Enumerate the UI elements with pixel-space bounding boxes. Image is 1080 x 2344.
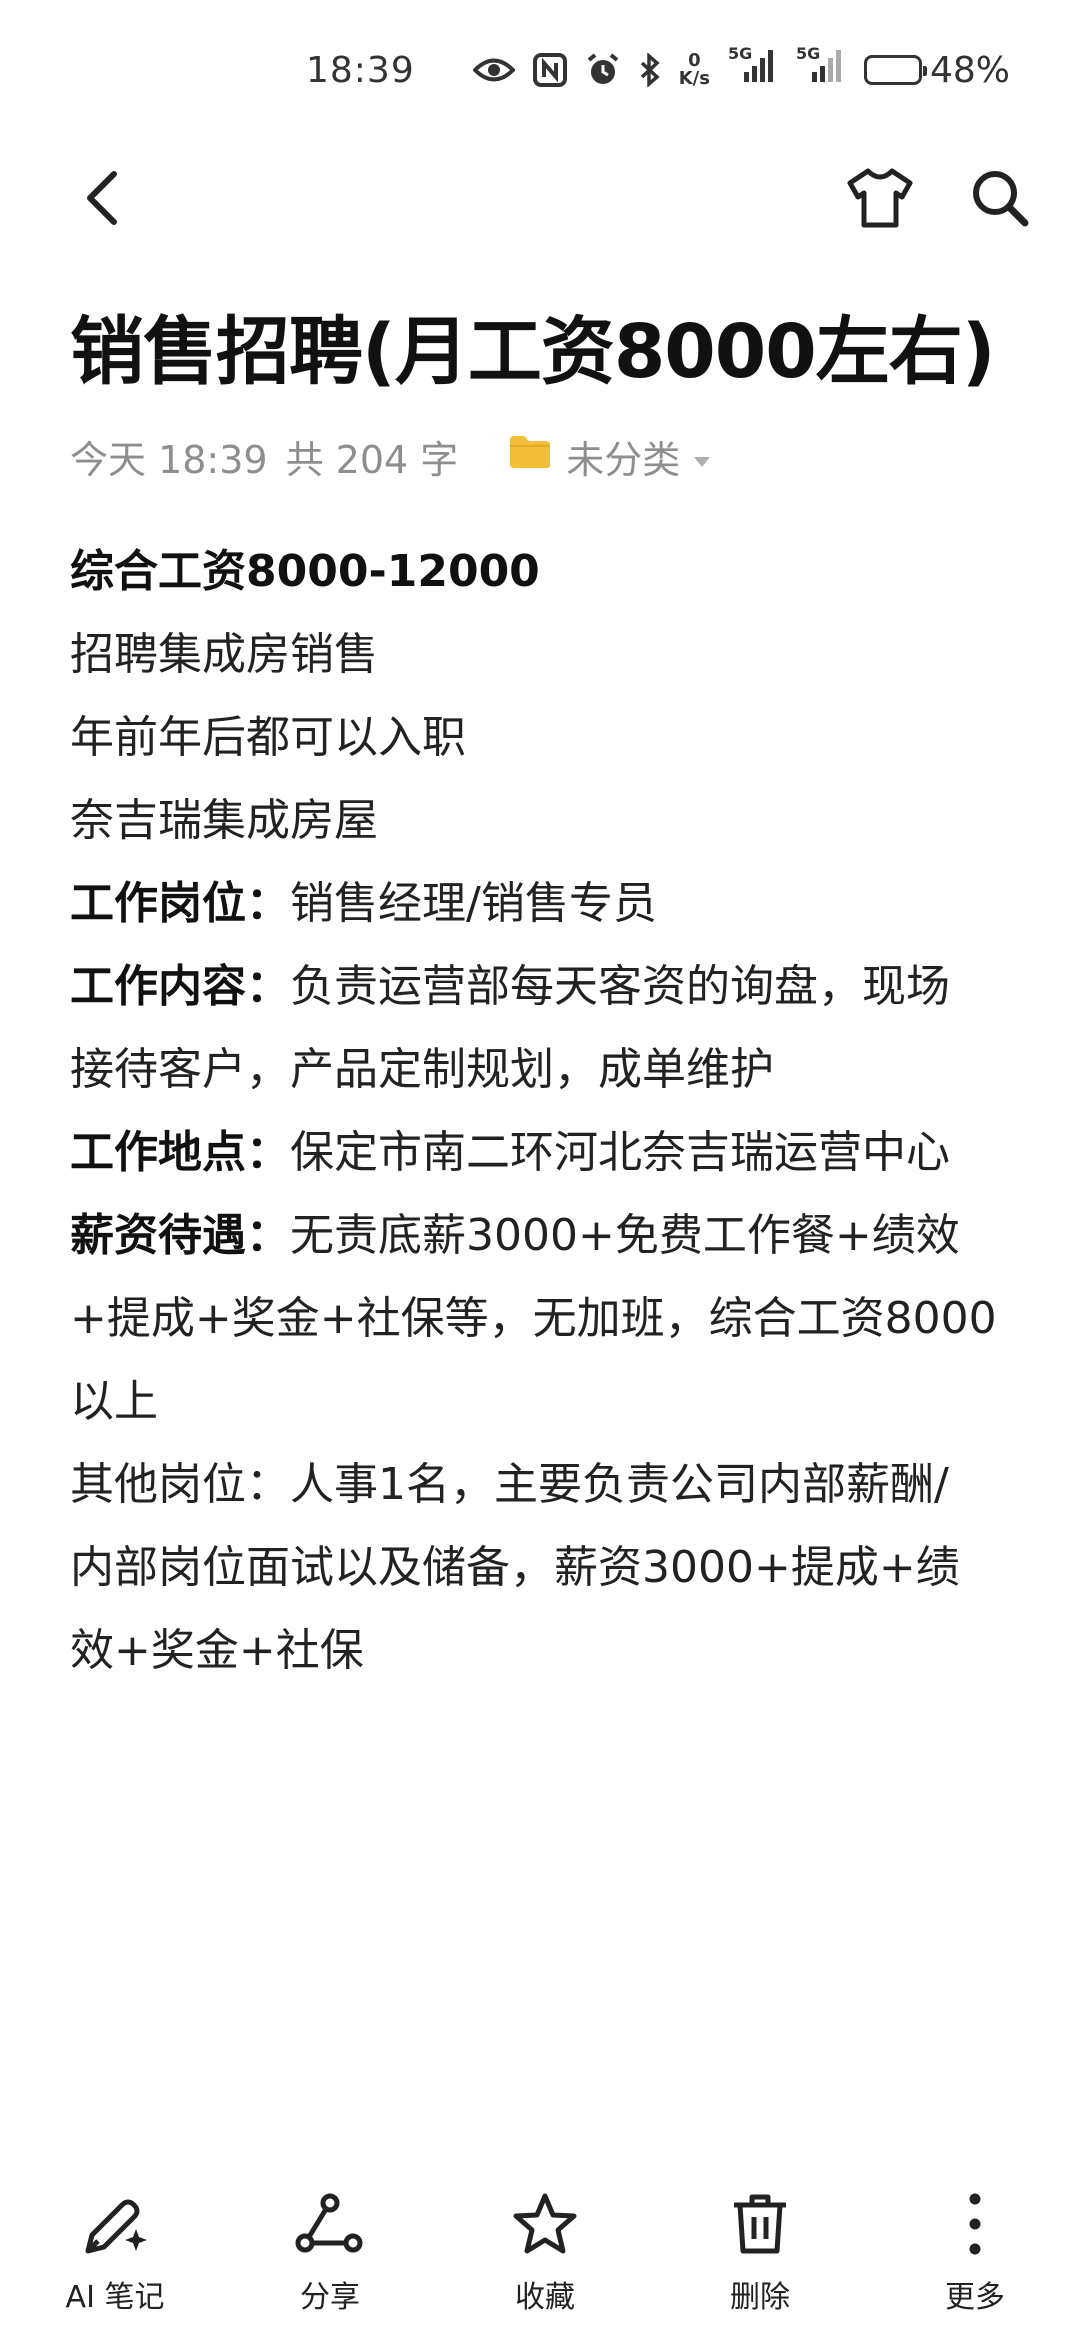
share-icon [295,2184,365,2264]
note-date: 今天 18:39 [70,437,268,482]
theme-button[interactable] [830,150,930,250]
nfc-icon [532,53,567,87]
more-label: 更多 [945,2280,1005,2315]
tshirt-icon [846,167,914,233]
body-line: 工作地点：保定市南二环河北奈吉瑞运营中心 [70,1111,1020,1194]
top-nav [0,150,1080,250]
category-selector[interactable]: 未分类 [508,429,712,484]
field-label: 薪资待遇： [70,1210,290,1261]
share-label: 分享 [300,2280,360,2315]
body-line: 薪资待遇：无责底薪3000+免费工作餐+绩效 [70,1194,1020,1277]
field-value: 保定市南二环河北奈吉瑞运营中心 [290,1127,950,1178]
category-label: 未分类 [566,437,681,482]
field-value: 无责底薪3000+免费工作餐+绩效 [290,1210,960,1261]
field-label: 工作岗位： [70,878,290,929]
back-button[interactable] [52,150,152,250]
note-detail-screen: 18:39 0 K/s 5G 5G 48% 销售招聘(月工资8000左右) 今天… [0,0,1080,2344]
signal-icon: 5G [728,44,778,93]
note-meta: 今天 18:39 共 204 字 未分类 [70,426,1040,486]
net-speed-unit: K/s [678,68,710,89]
body-line: +提成+奖金+社保等，无加班，综合工资8000 [70,1293,997,1344]
folder-icon [508,434,552,479]
more-button[interactable]: 更多 [910,2184,1040,2344]
alarm-icon [585,52,621,88]
body-line: 年前年后都可以入职 [70,712,466,763]
body-line: 奈吉瑞集成房屋 [70,795,378,846]
bluetooth-icon [639,53,661,87]
caret-down-icon [692,434,712,478]
body-line: 综合工资8000-12000 [70,530,1020,613]
body-line: 工作岗位：销售经理/销售专员 [70,862,1020,945]
body-line: 其他岗位：人事1名，主要负责公司内部薪酬/ [70,1459,949,1510]
status-bar: 18:39 0 K/s 5G 5G 48% [0,0,1080,140]
ai-notes-label: AI 笔记 [65,2280,165,2315]
delete-button[interactable]: 删除 [695,2184,825,2344]
favorite-button[interactable]: 收藏 [480,2184,610,2344]
field-value: 销售经理/销售专员 [290,878,657,929]
field-value: 负责运营部每天客资的询盘，现场 [290,961,950,1012]
body-line: 效+奖金+社保 [70,1625,364,1676]
body-line: 接待客户，产品定制规划，成单维护 [70,1044,774,1095]
battery-icon: 48% [863,49,1010,91]
eye-icon [472,55,515,85]
bottom-toolbar: AI 笔记 分享 收藏 删除 更多 [0,2184,1080,2344]
net-speed: 0 K/s [679,52,710,88]
signal-1-tag: 5G [727,43,753,63]
share-button[interactable]: 分享 [265,2184,395,2344]
signal-2-tag: 5G [795,43,821,63]
delete-label: 删除 [730,2280,790,2315]
body-line: 以上 [70,1376,158,1427]
body-line: 工作内容：负责运营部每天客资的询盘，现场 [70,945,1020,1028]
ai-pen-icon [78,2184,152,2264]
body-bold-text: 综合工资8000-12000 [70,546,540,597]
search-button[interactable] [950,150,1050,250]
body-line: 内部岗位面试以及储备，薪资3000+提成+绩 [70,1542,960,1593]
field-label: 工作地点： [70,1127,290,1178]
note-word-count: 共 204 字 [285,437,459,482]
favorite-label: 收藏 [515,2280,575,2315]
search-icon [969,167,1031,233]
field-label: 工作内容： [70,961,290,1012]
trash-icon [730,2184,790,2264]
note-body[interactable]: 综合工资8000-12000 招聘集成房销售 年前年后都可以入职 奈吉瑞集成房屋… [70,530,1020,1692]
more-vertical-icon [965,2184,985,2264]
note-title[interactable]: 销售招聘(月工资8000左右) [70,292,1040,399]
battery-percent: 48% [929,49,1010,91]
ai-notes-button[interactable]: AI 笔记 [50,2184,180,2344]
signal-icon-2: 5G [796,44,846,93]
status-time: 18:39 [305,49,415,91]
body-line: 招聘集成房销售 [70,629,378,680]
star-icon [512,2184,578,2264]
battery-body [863,55,927,85]
back-arrow-icon [82,168,122,232]
